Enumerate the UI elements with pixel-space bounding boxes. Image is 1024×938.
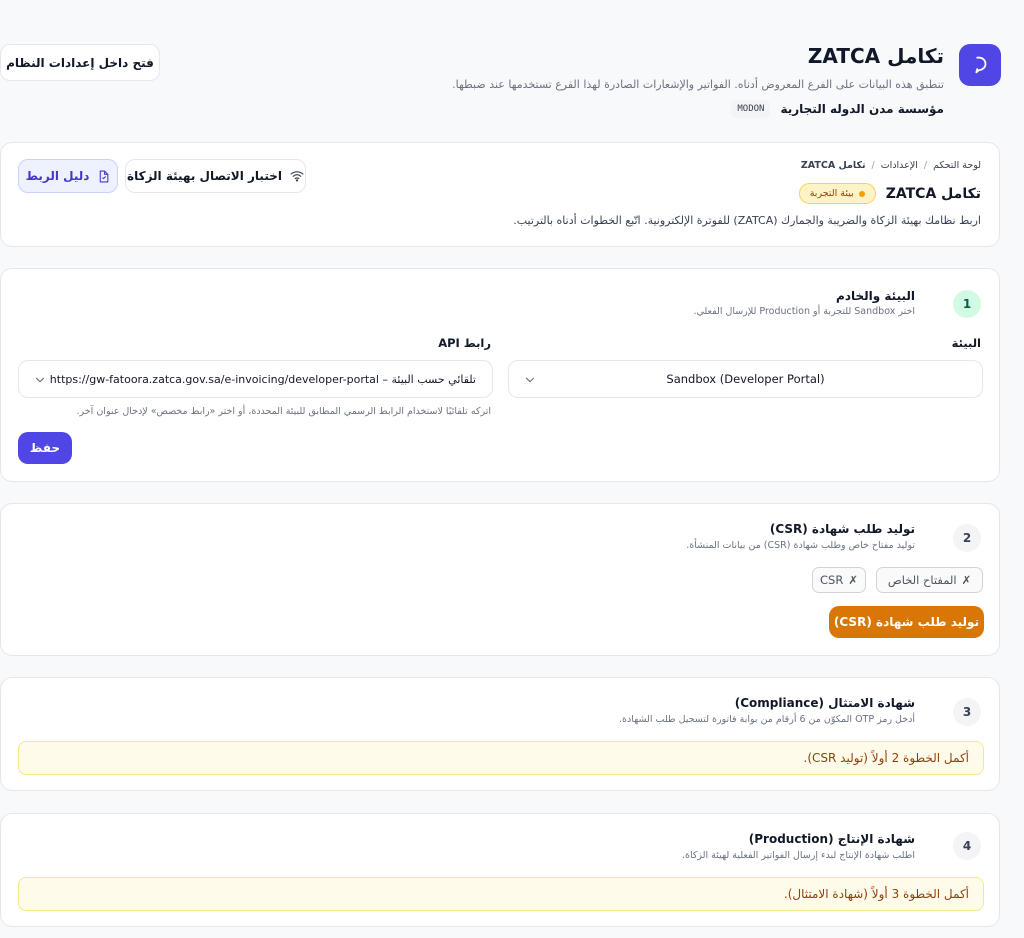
step-compliance-card: 3 شهادة الامتثال (Compliance) أدخل رمز O… bbox=[0, 677, 1000, 791]
environment-label: البيئة bbox=[951, 336, 981, 350]
generate-csr-button[interactable]: توليد طلب شهادة (CSR) bbox=[829, 606, 984, 638]
chat-bubble-icon bbox=[975, 56, 987, 74]
org-code-badge: MODON bbox=[731, 100, 771, 118]
card-title-row: تكامل ZATCA بيئة التجربة bbox=[798, 183, 981, 204]
environment-badge: بيئة التجربة bbox=[798, 183, 876, 204]
breadcrumb-current: تكامل ZATCA bbox=[800, 160, 866, 171]
environment-select-value: Sandbox (Developer Portal) bbox=[666, 372, 825, 386]
step-description: اطلب شهادة الإنتاج لبدء إرسال الفواتير ا… bbox=[681, 850, 915, 861]
breadcrumb: لوحة التحكم / الإعدادات / تكامل ZATCA bbox=[801, 160, 981, 171]
save-button-label: حفظ bbox=[29, 441, 61, 455]
step-production-card: 4 شهادة الإنتاج (Production) اطلب شهادة … bbox=[0, 813, 1000, 927]
test-connection-label: اختبار الاتصال بهيئة الزكاة bbox=[127, 169, 282, 183]
integration-guide-button[interactable]: دليل الربط bbox=[18, 159, 118, 193]
step-number: 2 bbox=[953, 524, 981, 552]
prerequisite-warning: أكمل الخطوة 3 أولاً (شهادة الامتثال). bbox=[18, 877, 984, 911]
breadcrumb-separator: / bbox=[923, 160, 928, 171]
document-icon bbox=[100, 170, 109, 182]
card-title: تكامل ZATCA bbox=[885, 185, 981, 202]
missing-icon: ✗ bbox=[961, 573, 972, 587]
breadcrumb-separator: / bbox=[871, 160, 875, 171]
prerequisite-warning: أكمل الخطوة 2 أولاً (توليد CSR). bbox=[18, 741, 984, 775]
csr-status-chip: ✗ CSR bbox=[812, 567, 866, 593]
step-title: شهادة الإنتاج (Production) bbox=[748, 832, 915, 846]
test-connection-button[interactable]: اختبار الاتصال بهيئة الزكاة bbox=[125, 159, 306, 193]
step-title: توليد طلب شهادة (CSR) bbox=[769, 522, 915, 536]
breadcrumb-dashboard[interactable]: لوحة التحكم bbox=[933, 160, 981, 171]
environment-select[interactable]: Sandbox (Developer Portal) bbox=[508, 360, 983, 398]
step-title: البيئة والخادم bbox=[836, 289, 915, 303]
step-csr-card: 2 توليد طلب شهادة (CSR) توليد مفتاح خاص … bbox=[0, 503, 1000, 656]
page-header-card: لوحة التحكم / الإعدادات / تكامل ZATCA تك… bbox=[0, 142, 1000, 247]
step-description: أدخل رمز OTP المكوّن من 6 أرقام من بوابة… bbox=[619, 714, 915, 725]
csr-chip-label: CSR bbox=[820, 573, 844, 587]
save-button[interactable]: حفظ bbox=[18, 432, 72, 464]
step-description: توليد مفتاح خاص وطلب شهادة (CSR) من بيان… bbox=[686, 540, 915, 551]
breadcrumb-settings[interactable]: الإعدادات bbox=[881, 160, 918, 171]
environment-badge-label: بيئة التجربة bbox=[809, 188, 854, 199]
org-info: مؤسسة مدن الدوله التجارية MODON bbox=[731, 100, 944, 118]
app-logo bbox=[959, 44, 1001, 86]
step-number: 3 bbox=[953, 698, 981, 726]
private-key-status-chip: ✗ المفتاح الخاص bbox=[876, 567, 983, 593]
step-title: شهادة الامتثال (Compliance) bbox=[734, 696, 915, 710]
card-description: اربط نظامك بهيئة الزكاة والضريبة والجمار… bbox=[513, 214, 981, 227]
step-number: 1 bbox=[953, 290, 981, 318]
page-subtitle: تنطبق هذه البيانات على الفرع المعروض أدن… bbox=[452, 78, 944, 91]
private-key-chip-label: المفتاح الخاص bbox=[887, 573, 957, 587]
open-in-settings-button[interactable]: فتح داخل إعدادات النظام bbox=[0, 44, 160, 81]
api-url-select[interactable]: تلقائي حسب البيئة – https://gw-fatoora.z… bbox=[18, 360, 493, 398]
api-url-help: اتركه تلقائيًا لاستخدام الرابط الرسمي ال… bbox=[76, 406, 491, 417]
integration-guide-label: دليل الربط bbox=[25, 169, 90, 183]
api-url-label: رابط API bbox=[438, 336, 491, 350]
generate-csr-label: توليد طلب شهادة (CSR) bbox=[833, 615, 980, 629]
open-in-settings-label: فتح داخل إعدادات النظام bbox=[6, 55, 154, 70]
step-environment-card: 1 البيئة والخادم اختر Sandbox للتجربة أو… bbox=[0, 268, 1000, 482]
step-description: اختر Sandbox للتجربة أو Production للإرس… bbox=[693, 306, 915, 317]
status-dot bbox=[858, 190, 865, 197]
chevron-down-icon bbox=[525, 377, 535, 383]
chevron-down-icon bbox=[35, 377, 45, 383]
org-name: مؤسسة مدن الدوله التجارية bbox=[780, 102, 944, 116]
page-title: تكامل ZATCA bbox=[807, 44, 944, 68]
api-url-select-value: تلقائي حسب البيئة – https://gw-fatoora.z… bbox=[49, 372, 476, 386]
wifi-icon bbox=[290, 171, 304, 182]
step-number: 4 bbox=[953, 832, 981, 860]
missing-icon: ✗ bbox=[848, 573, 858, 587]
